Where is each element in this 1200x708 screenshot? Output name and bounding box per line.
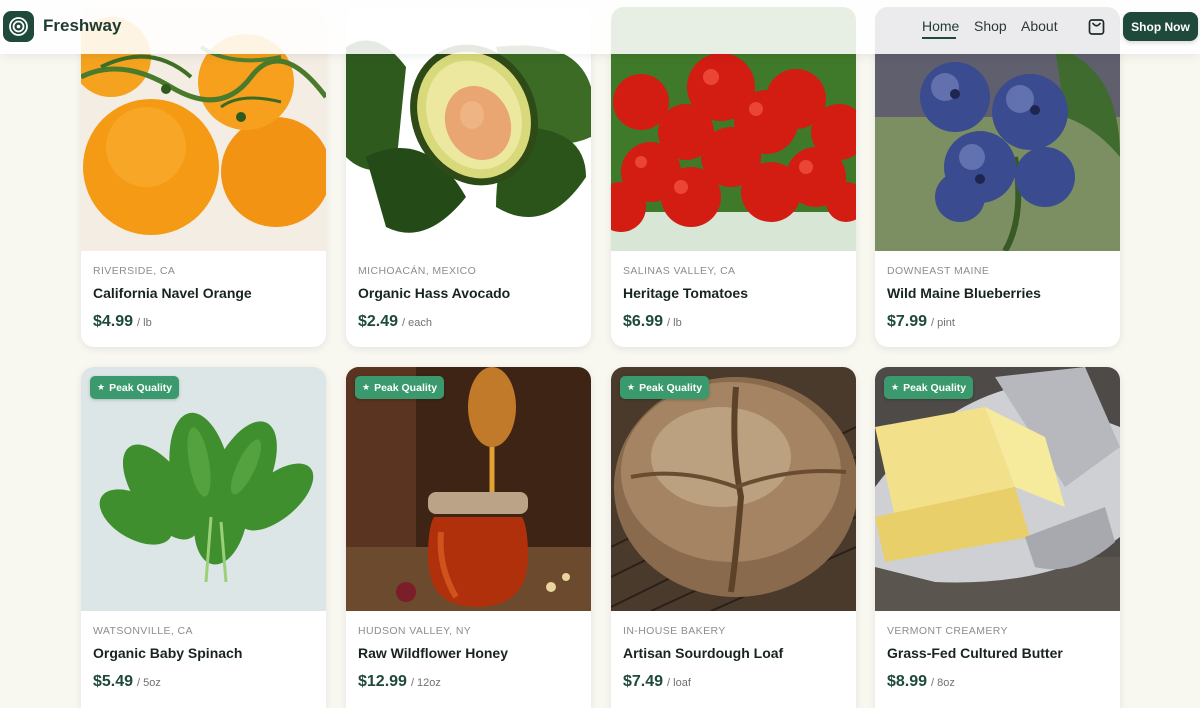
nav-link-shop[interactable]: Shop xyxy=(974,18,1007,34)
product-price: $6.99 xyxy=(623,313,664,330)
star-icon: ★ xyxy=(627,382,636,392)
product-unit: / 8oz xyxy=(931,677,955,689)
peak-quality-badge: ★ Peak Quality xyxy=(884,376,974,399)
product-name[interactable]: Artisan Sourdough Loaf xyxy=(623,645,783,661)
product-price: $4.99 xyxy=(93,313,134,330)
active-nav-underline xyxy=(922,37,956,39)
product-card[interactable]: DOWNEAST MAINE Wild Maine Blueberries $7… xyxy=(875,7,1120,347)
product-price: $2.49 xyxy=(358,313,399,330)
product-image-sourdough[interactable]: ★ Peak Quality xyxy=(611,367,856,611)
nav-link-about[interactable]: About xyxy=(1021,18,1058,34)
product-unit: / 12oz xyxy=(410,677,441,689)
peak-quality-badge: ★ Peak Quality xyxy=(620,376,710,399)
peak-quality-badge: ★ Peak Quality xyxy=(355,376,445,399)
star-icon: ★ xyxy=(97,382,106,392)
product-price: $7.49 xyxy=(623,673,664,690)
product-price: $7.99 xyxy=(887,313,928,330)
product-origin: WATSONVILLE, CA xyxy=(93,625,193,637)
product-name[interactable]: Heritage Tomatoes xyxy=(623,285,748,301)
product-price: $12.99 xyxy=(358,673,407,690)
product-image-spinach[interactable]: ★ Peak Quality xyxy=(81,367,326,611)
product-origin: IN-HOUSE BAKERY xyxy=(623,625,726,637)
product-card[interactable]: SALINAS VALLEY, CA Heritage Tomatoes $6.… xyxy=(611,7,856,347)
shop-now-button[interactable]: Shop Now xyxy=(1123,12,1198,41)
product-origin: MICHOACÁN, MEXICO xyxy=(358,265,477,277)
target-icon[interactable] xyxy=(3,11,34,42)
product-unit: / 5oz xyxy=(137,677,161,689)
product-unit: / loaf xyxy=(667,677,691,689)
product-origin: DOWNEAST MAINE xyxy=(887,265,990,277)
product-card[interactable]: ★ Peak Quality VERMONT CREAMERY Grass-Fed… xyxy=(875,367,1120,708)
product-card[interactable]: ★ Peak Quality IN-HOUSE BAKERY Artisan So… xyxy=(611,367,856,708)
top-nav-bar: Freshway Home Shop About Shop Now xyxy=(0,0,1200,54)
product-unit: / lb xyxy=(667,317,682,329)
product-name[interactable]: California Navel Orange xyxy=(93,285,252,301)
product-unit: / each xyxy=(402,317,433,329)
product-card[interactable]: ★ Peak Quality HUDSON VALLEY, NY Raw Wild… xyxy=(346,367,591,708)
peak-quality-badge: ★ Peak Quality xyxy=(90,376,180,399)
product-image-honey[interactable]: ★ Peak Quality xyxy=(346,367,591,611)
product-card[interactable]: RIVERSIDE, CA California Navel Orange $4… xyxy=(81,7,326,347)
product-unit: / lb xyxy=(137,317,152,329)
product-price: $8.99 xyxy=(887,673,928,690)
star-icon: ★ xyxy=(891,382,900,392)
product-name[interactable]: Organic Baby Spinach xyxy=(93,645,242,661)
product-name[interactable]: Organic Hass Avocado xyxy=(358,285,510,301)
product-name[interactable]: Grass-Fed Cultured Butter xyxy=(887,645,1063,661)
product-card[interactable]: ★ Peak Quality WATSONVILLE, CA Organic Ba… xyxy=(81,367,326,708)
product-name[interactable]: Wild Maine Blueberries xyxy=(887,285,1041,301)
brand-name[interactable]: Freshway xyxy=(43,16,121,36)
product-origin: RIVERSIDE, CA xyxy=(93,265,176,277)
product-unit: / pint xyxy=(931,317,955,329)
star-icon: ★ xyxy=(362,382,371,392)
product-price: $5.49 xyxy=(93,673,134,690)
product-origin: HUDSON VALLEY, NY xyxy=(358,625,472,637)
nav-link-home[interactable]: Home xyxy=(922,18,959,34)
product-card[interactable]: MICHOACÁN, MEXICO Organic Hass Avocado $… xyxy=(346,7,591,347)
product-origin: SALINAS VALLEY, CA xyxy=(623,265,736,277)
shopping-bag-icon[interactable] xyxy=(1087,17,1106,36)
product-origin: VERMONT CREAMERY xyxy=(887,625,1008,637)
product-name[interactable]: Raw Wildflower Honey xyxy=(358,645,508,661)
product-image-butter[interactable]: ★ Peak Quality xyxy=(875,367,1120,611)
